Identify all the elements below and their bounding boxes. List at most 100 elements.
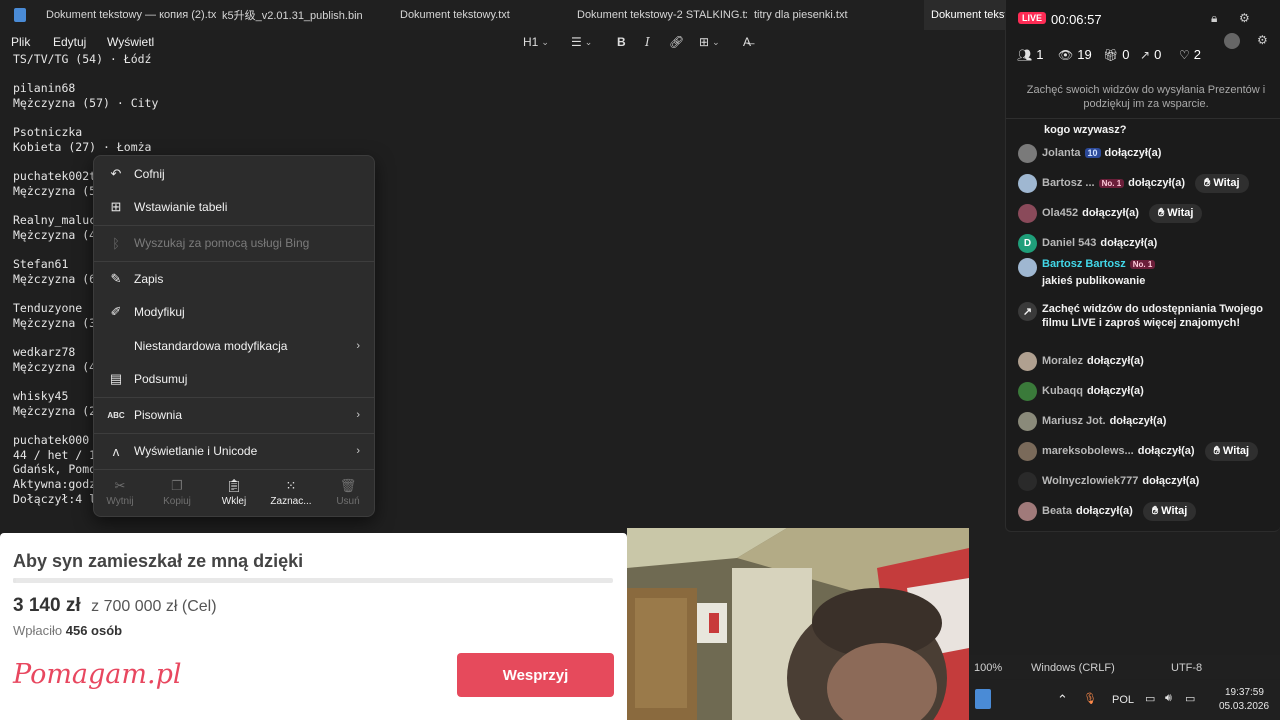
avatar[interactable] xyxy=(1018,501,1037,521)
select-all-button[interactable]: ⁙ Zaznac... xyxy=(263,478,319,512)
chat-username[interactable]: Bartosz ... xyxy=(1042,177,1095,189)
menu-view[interactable]: Wyświetl xyxy=(107,35,154,49)
menu-item-custom-modify[interactable]: Niestandardowa modyfikacja › xyxy=(98,331,372,361)
delete-button[interactable]: 🗑︎ Usuń xyxy=(320,478,376,512)
stat-views: 👁︎ 19 xyxy=(1058,47,1092,62)
editor-line: Mężczyzna (4 xyxy=(13,227,97,242)
bold-button[interactable]: B xyxy=(617,33,626,51)
tab-0[interactable]: Dokument tekstowy — копия (2).txt xyxy=(46,0,216,30)
stat-likes: ♡ 2 xyxy=(1179,47,1201,62)
encoding[interactable]: UTF-8 xyxy=(1171,662,1202,674)
editor-line: Kobieta (27) · Łomża xyxy=(13,139,152,154)
chat-username[interactable]: mareksobolews... xyxy=(1042,445,1134,457)
lock-icon[interactable]: 🔒︎ xyxy=(1211,11,1217,26)
chat-username[interactable]: Beata xyxy=(1042,505,1072,517)
volume-icon[interactable]: 🔊︎ xyxy=(1165,692,1172,705)
webcam-video xyxy=(627,528,969,720)
battery-icon[interactable]: ▭ xyxy=(1185,692,1195,705)
clock-time[interactable]: 19:37:59 xyxy=(1225,687,1264,698)
welcome-button[interactable]: ✋︎ Witaj xyxy=(1142,501,1197,521)
chat-row: mareksobolews... dołączył(a) ✋︎ Witaj xyxy=(1018,436,1276,466)
pen-icon: ✎ xyxy=(110,271,122,286)
menu-item-insert-table[interactable]: ⊞ Wstawianie tabeli xyxy=(98,192,372,222)
chat-username[interactable]: Kubaqq xyxy=(1042,385,1083,397)
pomagam-logo: Pomagam.pl xyxy=(13,659,182,690)
wave-icon: ✋︎ xyxy=(1204,176,1214,189)
avatar[interactable] xyxy=(1018,441,1037,461)
clock-date[interactable]: 05.03.2026 xyxy=(1219,701,1269,712)
wave-icon: ✋︎ xyxy=(1157,206,1168,219)
chat-header: Jolanta 10 dołączył(a) xyxy=(1042,147,1161,159)
tab-5[interactable]: Dokument tekstowy — kopia xyxy=(924,0,1014,30)
share-prompt-text: Zachęć widzów do udostępniania Twojego f… xyxy=(1042,303,1264,329)
chat-row: Jolanta 10 dołączył(a) xyxy=(1018,138,1276,168)
chevron-up-icon[interactable]: ⌃ xyxy=(1057,692,1068,708)
menu-item-bing-search[interactable]: ᛒ Wyszukaj za pomocą usługi Bing xyxy=(98,228,372,258)
summarize-icon: ▤ xyxy=(109,371,123,386)
chat-username[interactable]: Ola452 xyxy=(1042,207,1078,219)
settings-icon[interactable]: ⚙ xyxy=(1239,11,1250,25)
menu-edit[interactable]: Edytuj xyxy=(53,35,86,49)
editor-line: Mężczyzna (4 xyxy=(13,359,97,374)
cut-button[interactable]: ✂ Wytnij xyxy=(92,478,148,512)
editor-line: Mężczyzna (2 xyxy=(13,403,97,418)
display-icon[interactable]: ▭ xyxy=(1145,692,1155,705)
clipboard-icon: 📋︎ xyxy=(225,478,243,493)
avatar[interactable] xyxy=(1018,258,1037,277)
support-button[interactable]: Wesprzyj xyxy=(457,653,614,697)
welcome-button[interactable]: ✋︎ Witaj xyxy=(1148,203,1203,223)
chat-username[interactable]: Jolanta xyxy=(1042,147,1081,159)
chat-username[interactable]: Daniel 543 xyxy=(1042,237,1096,249)
language-indicator[interactable]: POL xyxy=(1112,694,1134,706)
avatar[interactable] xyxy=(1018,143,1037,163)
clear-format-button[interactable]: A̶ xyxy=(743,33,751,51)
menu-item-modify[interactable]: ✐ Modyfikuj xyxy=(98,297,372,327)
tab-3[interactable]: Dokument tekstowy-2 STALKING.txt xyxy=(577,0,747,30)
share-icon[interactable]: ↗ xyxy=(1018,302,1037,321)
editor-line: whisky45 xyxy=(13,388,69,403)
separator xyxy=(94,225,374,226)
welcome-button[interactable]: ✋︎ Witaj xyxy=(1195,173,1249,193)
link-button[interactable]: 🔗︎ xyxy=(669,33,684,51)
editor-line: Gdańsk, Pomo xyxy=(13,462,97,477)
avatar[interactable] xyxy=(1224,33,1240,49)
gear-icon[interactable]: ⚙ xyxy=(1257,33,1268,47)
avatar[interactable]: D xyxy=(1018,233,1037,253)
chat-username[interactable]: Moralez xyxy=(1042,355,1083,367)
menu-item-write[interactable]: ✎ Zapis xyxy=(98,264,372,294)
avatar[interactable] xyxy=(1018,203,1037,223)
italic-button[interactable]: I xyxy=(645,33,650,51)
copy-button[interactable]: ❐ Kopiuj xyxy=(149,478,205,512)
chat-header: Bartosz Bartosz No. 1 xyxy=(1042,258,1156,270)
paste-button[interactable]: 📋︎ Wklej xyxy=(206,478,262,512)
avatar[interactable] xyxy=(1018,411,1037,431)
list-dropdown[interactable]: ☰ ⌄ xyxy=(571,33,592,51)
menu-item-summarize[interactable]: ▤ Podsumuj xyxy=(98,364,372,394)
webcam-frame xyxy=(627,528,969,720)
avatar[interactable] xyxy=(1018,173,1037,193)
menu-item-undo[interactable]: ↶ Cofnij xyxy=(98,159,372,189)
table-dropdown[interactable]: ⊞ ⌄ xyxy=(699,33,720,51)
chat-username[interactable]: Wolnyczlowiek777 xyxy=(1042,475,1138,487)
editor-line: puchatek000 xyxy=(13,432,90,447)
heading-dropdown[interactable]: H1 ⌄ xyxy=(523,33,549,51)
tab-1[interactable]: k5升级_v2.01.31_publish.bin xyxy=(222,0,387,30)
zoom-level[interactable]: 100% xyxy=(974,662,1002,674)
avatar[interactable] xyxy=(1018,471,1037,491)
tab-2[interactable]: Dokument tekstowy.txt xyxy=(400,0,570,30)
chat-username[interactable]: Bartosz Bartosz xyxy=(1042,258,1126,270)
microphone-icon[interactable]: 🎙︎ xyxy=(1083,692,1097,705)
joined-text: dołączył(a) xyxy=(1137,445,1195,457)
welcome-button[interactable]: ✋︎ Witaj xyxy=(1204,441,1259,461)
line-ending[interactable]: Windows (CRLF) xyxy=(1031,662,1115,674)
menu-item-display-unicode[interactable]: ʌ Wyświetlanie i Unicode › xyxy=(98,436,372,466)
chat-username[interactable]: Mariusz Jot. xyxy=(1042,415,1106,427)
avatar[interactable] xyxy=(1018,381,1037,401)
welcome-label: Witaj xyxy=(1222,444,1250,457)
menu-item-spelling[interactable]: ABC Pisownia › xyxy=(98,400,372,430)
notepad-taskbar-icon[interactable] xyxy=(975,689,991,709)
list-icon: ☰ xyxy=(571,35,582,49)
menu-file[interactable]: Plik xyxy=(11,35,30,49)
tab-4[interactable]: titry dla piesenki.txt xyxy=(754,0,919,30)
avatar[interactable] xyxy=(1018,351,1037,371)
